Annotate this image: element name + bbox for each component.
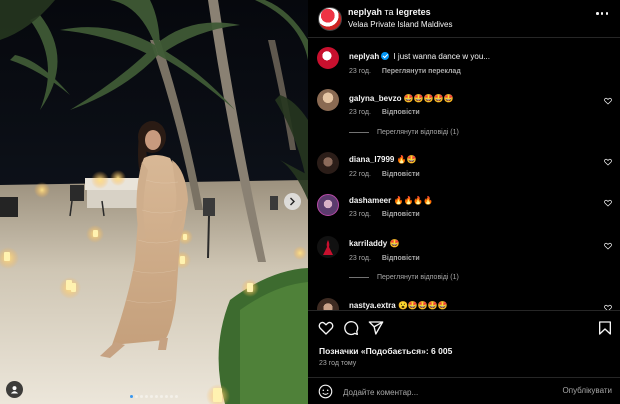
heart-icon[interactable]: [318, 320, 334, 336]
comment-body: I just wanna dance w you...: [393, 52, 490, 61]
avatar-image: [323, 240, 333, 255]
carousel-dot: [165, 395, 168, 398]
avatar[interactable]: [317, 236, 339, 258]
post-header: neplyah та legretes Velaa Private Island…: [308, 0, 620, 38]
avatar[interactable]: [317, 47, 339, 69]
carousel-dot: [135, 395, 138, 398]
comment-meta: 23 год. Переглянути переклад: [349, 68, 461, 75]
authors-conjunction: та: [384, 7, 394, 17]
add-comment-bar: Опублікувати: [308, 377, 620, 404]
comment-time[interactable]: 22 год.: [349, 171, 371, 178]
comment-body: 😮🤩🤩🤩🤩: [397, 301, 448, 310]
comment-body: 🤩🤩🤩🤩🤩: [403, 94, 454, 103]
carousel-dot: [160, 395, 163, 398]
view-replies-label[interactable]: Переглянути відповіді (1): [377, 129, 459, 136]
post-authors: neplyah та legretes: [348, 7, 431, 17]
reply-button[interactable]: Відповісти: [382, 255, 420, 262]
comment-text: neplyah I just wanna dance w you...: [349, 52, 490, 61]
post-time[interactable]: 23 год тому: [319, 360, 356, 367]
avatar[interactable]: [317, 89, 339, 111]
post-location[interactable]: Velaa Private Island Maldives: [348, 20, 453, 29]
coauthor-username[interactable]: legretes: [396, 7, 431, 17]
comment-icon[interactable]: [343, 320, 359, 336]
comment-username[interactable]: nastya.extra: [349, 301, 396, 310]
post-panel: neplyah та legretes Velaa Private Island…: [308, 0, 620, 404]
carousel-dot: [175, 395, 178, 398]
emoji-icon[interactable]: [318, 384, 333, 399]
chevron-right-icon: [290, 197, 295, 206]
view-replies-label[interactable]: Переглянути відповіді (1): [377, 274, 459, 281]
comment-time[interactable]: 23 год.: [349, 211, 371, 218]
more-icon[interactable]: [596, 12, 608, 16]
reply-button[interactable]: Відповісти: [382, 109, 420, 116]
avatar[interactable]: [317, 298, 339, 310]
avatar[interactable]: [317, 194, 339, 216]
comment-input[interactable]: [343, 385, 543, 399]
share-icon[interactable]: [368, 320, 384, 336]
comment-username[interactable]: dashameer: [349, 196, 391, 205]
bookmark-icon[interactable]: [597, 320, 613, 336]
like-comment-heart-icon[interactable]: [604, 199, 612, 207]
author-username[interactable]: neplyah: [348, 7, 382, 17]
comment-text: dashameer 🔥🔥🔥🔥: [349, 196, 433, 205]
comment-meta: 22 год. Відповісти: [349, 171, 420, 178]
carousel-dot: [140, 395, 143, 398]
comment-text: nastya.extra 😮🤩🤩🤩🤩: [349, 301, 448, 310]
post-media[interactable]: [0, 0, 308, 404]
like-comment-heart-icon[interactable]: [604, 158, 612, 166]
likes-count[interactable]: Позначки «Подобається»: 6 005: [319, 346, 452, 356]
carousel-dot: [155, 395, 158, 398]
carousel-dot: [145, 395, 148, 398]
post-comment-button[interactable]: Опублікувати: [563, 386, 612, 395]
divider-line: [349, 277, 369, 278]
comment-username[interactable]: galyna_bevzo: [349, 94, 401, 103]
comment-text: karriladdy 🤩: [349, 239, 399, 248]
see-translation-link[interactable]: Переглянути переклад: [382, 68, 461, 75]
view-replies-link[interactable]: Переглянути відповіді (1): [349, 274, 459, 281]
comment-username[interactable]: diana_l7999: [349, 155, 394, 164]
divider-line: [349, 132, 369, 133]
comment-time[interactable]: 23 год.: [349, 255, 371, 262]
next-slide-button[interactable]: [284, 193, 301, 210]
like-comment-heart-icon[interactable]: [604, 242, 612, 250]
carousel-dot: [170, 395, 173, 398]
author-avatar[interactable]: [318, 7, 342, 31]
post-photo: [0, 0, 308, 404]
likes-number: 6 005: [431, 346, 453, 356]
carousel-dot: [130, 395, 133, 398]
comments-list[interactable]: neplyah I just wanna dance w you... 23 г…: [308, 38, 620, 310]
like-comment-heart-icon[interactable]: [604, 97, 612, 105]
comment-body: 🤩: [389, 239, 400, 248]
carousel-indicator: [0, 395, 308, 398]
likes-label: Позначки «Подобається»:: [319, 346, 429, 356]
comment-meta: 23 год. Відповісти: [349, 211, 420, 218]
reply-button[interactable]: Відповісти: [382, 171, 420, 178]
avatar[interactable]: [317, 152, 339, 174]
comment-time[interactable]: 23 год.: [349, 68, 371, 75]
user-tag-icon: [10, 386, 19, 394]
carousel-dot: [150, 395, 153, 398]
comment-username[interactable]: neplyah: [349, 52, 379, 61]
reply-button[interactable]: Відповісти: [382, 211, 420, 218]
comment-meta: 23 год. Відповісти: [349, 255, 420, 262]
verified-badge-icon: [381, 52, 390, 60]
comment-body: 🔥🔥🔥🔥: [393, 196, 434, 205]
comment-meta: 23 год. Відповісти: [349, 109, 420, 116]
post-actions: Позначки «Подобається»: 6 005 23 год том…: [308, 310, 620, 404]
comment-text: galyna_bevzo 🤩🤩🤩🤩🤩: [349, 94, 454, 103]
view-replies-link[interactable]: Переглянути відповіді (1): [349, 129, 459, 136]
comment-username[interactable]: karriladdy: [349, 239, 387, 248]
comment-time[interactable]: 23 год.: [349, 109, 371, 116]
comment-body: 🔥🤩: [396, 155, 417, 164]
comment-text: diana_l7999 🔥🤩: [349, 155, 417, 164]
